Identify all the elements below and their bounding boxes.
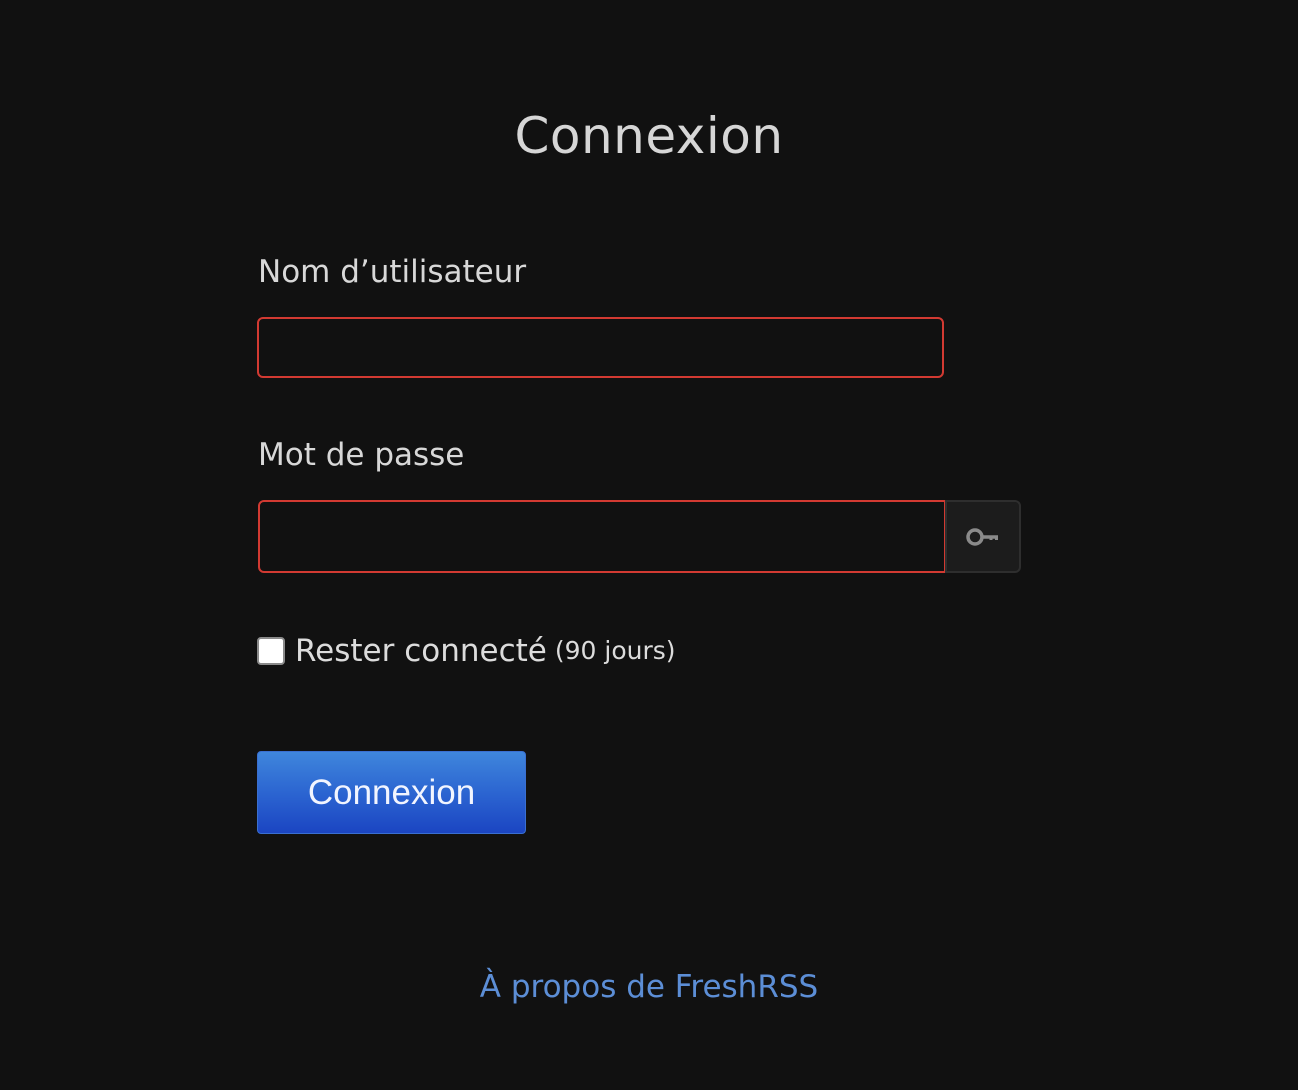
password-input[interactable]	[258, 500, 946, 573]
username-input[interactable]	[257, 317, 944, 378]
remember-me-checkbox[interactable]	[257, 637, 285, 665]
login-page: Connexion Nom d’utilisateur Mot de passe…	[0, 0, 1298, 1090]
remember-me-row: Rester connecté (90 jours)	[257, 628, 676, 674]
login-button[interactable]: Connexion	[257, 751, 526, 834]
remember-me-label[interactable]: Rester connecté	[295, 631, 547, 671]
page-title: Connexion	[514, 107, 784, 165]
password-label: Mot de passe	[258, 437, 465, 473]
username-label: Nom d’utilisateur	[258, 254, 527, 290]
remember-me-duration: (90 jours)	[554, 636, 676, 665]
show-password-button[interactable]	[945, 500, 1021, 573]
about-freshrss-link[interactable]: À propos de FreshRSS	[0, 966, 1298, 1008]
key-icon	[966, 527, 1000, 547]
